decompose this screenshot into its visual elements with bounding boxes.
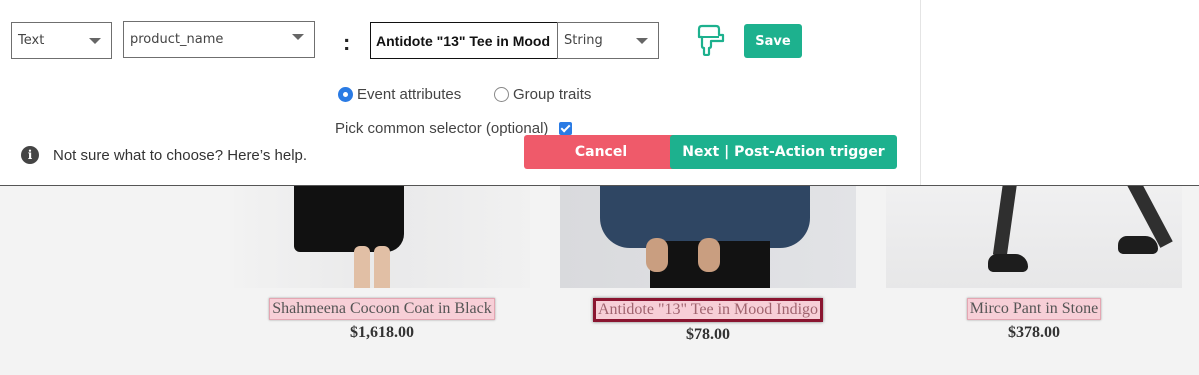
field-select-value: product_name bbox=[130, 32, 224, 47]
product-image[interactable] bbox=[886, 186, 1182, 288]
cancel-button[interactable]: Cancel bbox=[524, 135, 678, 169]
type-select-value: Text bbox=[18, 33, 45, 48]
product-name[interactable]: Mirco Pant in Stone bbox=[966, 298, 1102, 320]
product-card[interactable]: Antidote "13" Tee in Mood Indigo $78.00 bbox=[560, 186, 856, 344]
chevron-down-icon bbox=[636, 38, 648, 44]
hand-shape bbox=[646, 238, 668, 272]
radio-button[interactable] bbox=[494, 87, 509, 102]
radio-button[interactable] bbox=[338, 87, 353, 102]
format-select-value: String bbox=[564, 33, 603, 48]
type-select[interactable]: Text bbox=[11, 22, 112, 59]
separator: : bbox=[343, 30, 351, 55]
help-link[interactable]: i Not sure what to choose? Here’s help. bbox=[21, 146, 307, 164]
coat-shape bbox=[294, 186, 404, 252]
save-button[interactable]: Save bbox=[744, 24, 802, 58]
help-text: Not sure what to choose? Here’s help. bbox=[53, 146, 308, 164]
format-select[interactable]: String bbox=[557, 22, 659, 59]
common-selector-checkbox[interactable] bbox=[559, 122, 573, 135]
hand-shape bbox=[698, 238, 720, 272]
product-image[interactable] bbox=[560, 186, 856, 288]
product-name[interactable]: Shahmeena Cocoon Coat in Black bbox=[269, 298, 495, 320]
leg-shape bbox=[374, 246, 390, 288]
product-card[interactable]: Shahmeena Cocoon Coat in Black $1,618.00 bbox=[234, 186, 530, 342]
field-select[interactable]: product_name bbox=[123, 21, 315, 58]
leg-shape bbox=[992, 186, 1018, 257]
next-post-action-trigger-button[interactable]: Next | Post-Action trigger bbox=[670, 135, 897, 169]
page: Shahmeena Cocoon Coat in Black $1,618.00… bbox=[0, 0, 1199, 375]
product-price: $378.00 bbox=[1008, 324, 1060, 341]
radio-event-attributes[interactable]: Event attributes bbox=[338, 86, 461, 103]
info-icon: i bbox=[21, 146, 39, 164]
value-input[interactable] bbox=[370, 22, 558, 59]
product-image[interactable] bbox=[234, 186, 530, 288]
product-price: $78.00 bbox=[686, 326, 730, 343]
product-card[interactable]: Mirco Pant in Stone $378.00 bbox=[886, 186, 1182, 342]
paint-brush-icon[interactable] bbox=[696, 24, 726, 56]
product-price: $1,618.00 bbox=[350, 324, 414, 341]
common-selector-label: Pick common selector (optional) bbox=[335, 120, 549, 137]
chevron-down-icon bbox=[292, 34, 304, 40]
radio-label: Group traits bbox=[513, 86, 592, 103]
radio-group-traits[interactable]: Group traits bbox=[494, 86, 591, 103]
product-grid: Shahmeena Cocoon Coat in Black $1,618.00… bbox=[0, 186, 1199, 375]
attribute-editor-panel: Text product_name : String Save Event at… bbox=[0, 0, 1199, 186]
product-name-selected[interactable]: Antidote "13" Tee in Mood Indigo bbox=[592, 298, 824, 322]
shoe-shape bbox=[988, 254, 1028, 272]
leg-shape bbox=[354, 246, 370, 288]
radio-label: Event attributes bbox=[357, 86, 462, 103]
shoe-shape bbox=[1118, 236, 1158, 254]
panel-divider bbox=[920, 0, 921, 185]
chevron-down-icon bbox=[89, 38, 101, 44]
